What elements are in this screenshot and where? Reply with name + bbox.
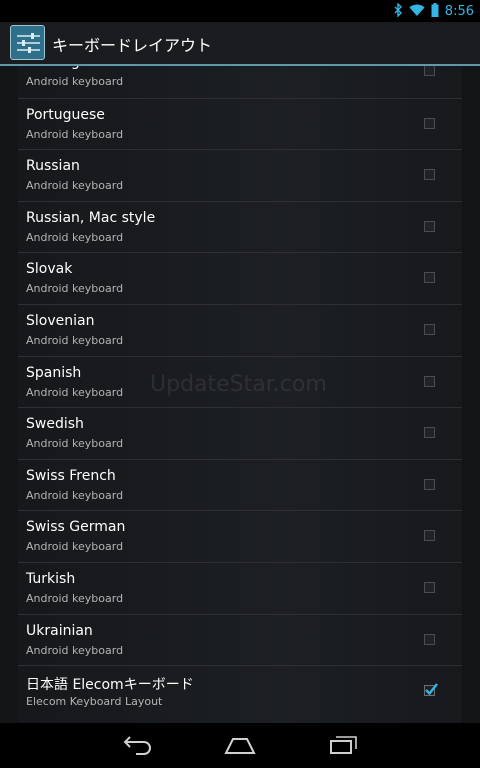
list-item-subtitle: Android keyboard bbox=[26, 230, 124, 244]
list-item[interactable]: Russian Android keyboard bbox=[18, 149, 462, 200]
layout-checkbox[interactable] bbox=[424, 272, 435, 284]
layout-checkbox[interactable] bbox=[424, 582, 435, 593]
list-item-title: Swiss French bbox=[26, 467, 116, 484]
list-item[interactable]: Swedish Android keyboard bbox=[18, 407, 462, 458]
list-item-title: Slovak bbox=[26, 261, 73, 278]
list-item-title: Ukrainian bbox=[26, 622, 93, 639]
keyboard-layout-list[interactable]: Norwegian Android keyboard Portuguese Andro… bbox=[18, 66, 462, 723]
list-item[interactable]: Spanish Android keyboard bbox=[18, 355, 462, 407]
list-item-title: Russian bbox=[26, 158, 80, 175]
page-title: キーボードレイアウト bbox=[52, 36, 213, 55]
list-item-subtitle: Android keyboard bbox=[26, 334, 124, 347]
layout-checkbox[interactable] bbox=[424, 375, 435, 387]
list-item[interactable]: Ukrainian Android keyboard bbox=[18, 613, 462, 665]
action-bar: キーボードレイアウト bbox=[0, 22, 480, 66]
home-icon[interactable] bbox=[224, 731, 256, 761]
status-icons: 8:56 bbox=[394, 1, 474, 21]
layout-checkbox[interactable] bbox=[424, 427, 435, 439]
wifi-icon bbox=[409, 2, 425, 21]
list-item-subtitle: Android keyboard bbox=[26, 127, 124, 141]
list-item[interactable]: Norwegian Android keyboard bbox=[18, 66, 462, 97]
layout-checkbox[interactable] bbox=[424, 220, 435, 232]
list-item-title: Spanish bbox=[26, 364, 82, 381]
status-time: 8:56 bbox=[444, 3, 474, 19]
list-item-title: Norwegian bbox=[26, 66, 101, 70]
list-item-title: Slovenian bbox=[26, 313, 95, 329]
navigation-bar bbox=[0, 723, 480, 768]
layout-checkbox[interactable] bbox=[424, 530, 435, 542]
settings-sliders-icon[interactable] bbox=[10, 25, 45, 60]
list-item[interactable]: Swiss French Android keyboard bbox=[18, 458, 462, 510]
layout-checkbox[interactable] bbox=[424, 117, 435, 129]
recent-apps-icon[interactable] bbox=[328, 731, 360, 761]
layout-checkbox[interactable] bbox=[424, 66, 435, 76]
list-item-subtitle: Android keyboard bbox=[26, 540, 124, 554]
list-item[interactable]: Turkish Android keyboard bbox=[18, 562, 462, 613]
list-item[interactable]: Slovak Android keyboard bbox=[18, 252, 462, 303]
layout-checkbox[interactable] bbox=[424, 324, 435, 335]
layout-checkbox[interactable] bbox=[424, 633, 435, 645]
check-icon bbox=[425, 683, 438, 696]
status-bar: 8:56 bbox=[0, 0, 480, 22]
list-item-title: Swedish bbox=[26, 416, 84, 433]
list-item-subtitle: Android keyboard bbox=[26, 282, 124, 296]
list-item-subtitle: Elecom Keyboard Layout bbox=[26, 695, 163, 709]
list-item-title: Turkish bbox=[26, 571, 76, 587]
list-item-title: Russian, Mac style bbox=[26, 209, 156, 226]
bluetooth-icon bbox=[394, 1, 403, 21]
list-item[interactable]: Portuguese Android keyboard bbox=[18, 97, 462, 149]
layout-checkbox[interactable] bbox=[424, 478, 435, 490]
list-item-title: Swiss German bbox=[26, 519, 126, 536]
list-item[interactable]: 日本語 Elecomキーボード Elecom Keyboard Layout bbox=[18, 665, 462, 716]
list-item-title: Portuguese bbox=[26, 106, 105, 123]
list-item[interactable]: Slovenian Android keyboard bbox=[18, 304, 462, 355]
list-item-subtitle: Android keyboard bbox=[26, 75, 124, 88]
layout-checkbox[interactable] bbox=[424, 169, 435, 181]
list-item-subtitle: Android keyboard bbox=[26, 179, 124, 193]
layout-checkbox[interactable] bbox=[424, 683, 438, 697]
battery-icon bbox=[431, 2, 439, 21]
list-item-title: 日本語 Elecomキーボード bbox=[26, 677, 194, 694]
list-item-subtitle: Android keyboard bbox=[26, 385, 124, 399]
list-item-subtitle: Android keyboard bbox=[26, 643, 124, 657]
list-item[interactable]: Russian, Mac style Android keyboard bbox=[18, 200, 462, 252]
list-item-subtitle: Android keyboard bbox=[26, 488, 124, 502]
list-item-subtitle: Android keyboard bbox=[26, 592, 124, 605]
list-item-subtitle: Android keyboard bbox=[26, 437, 124, 451]
back-icon[interactable] bbox=[122, 731, 154, 761]
list-item[interactable]: Swiss German Android keyboard bbox=[18, 510, 462, 561]
